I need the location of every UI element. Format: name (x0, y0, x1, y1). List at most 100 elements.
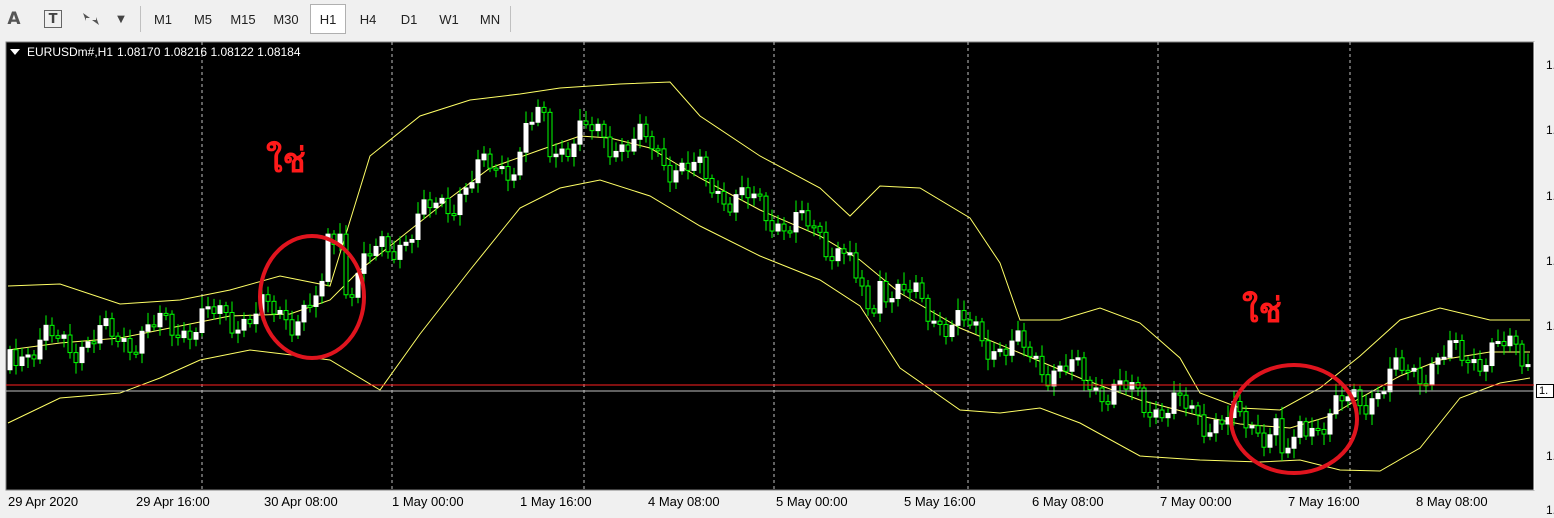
annotation-text[interactable]: ใช่ (1242, 294, 1282, 328)
candle-body (1075, 357, 1081, 361)
candle-body (1411, 367, 1417, 372)
timeframe-m5-button[interactable]: M5 (186, 4, 220, 34)
candle-body (781, 223, 787, 232)
chart-header: EURUSDm#,H1 1.08170 1.08216 1.08122 1.08… (10, 45, 301, 59)
timeframe-h4-button[interactable]: H4 (350, 4, 386, 34)
timeframe-m30-button[interactable]: M30 (266, 4, 306, 34)
candle-body (19, 356, 25, 367)
candle-body (91, 341, 97, 345)
candle-body (103, 318, 109, 327)
chart-menu-triangle-icon[interactable] (10, 49, 20, 55)
candle-body (277, 309, 283, 315)
candle-body (433, 202, 439, 209)
candle-body (1273, 418, 1279, 436)
candle-body (679, 162, 685, 172)
annotation-text[interactable]: ใช่ (266, 144, 306, 178)
bid-price-label: 1. (1536, 384, 1554, 398)
text-tool-button[interactable]: A (4, 6, 24, 32)
time-axis-label: 1 May 16:00 (520, 494, 592, 509)
candle-body (1165, 412, 1171, 419)
candle-body (235, 329, 241, 334)
time-axis-label: 6 May 08:00 (1032, 494, 1104, 509)
candle-body (481, 153, 487, 161)
candle-body (649, 136, 655, 150)
candle-body (1045, 374, 1051, 387)
price-chart[interactable] (0, 38, 1554, 518)
candle-body (517, 151, 523, 176)
text-label-icon: T (44, 10, 62, 28)
timeframe-w1-button[interactable]: W1 (432, 4, 466, 34)
candle-body (1009, 340, 1015, 356)
candle-body (67, 334, 73, 354)
candle-body (871, 308, 877, 314)
candle-body (667, 164, 673, 183)
candle-body (757, 193, 763, 197)
candle-body (751, 193, 757, 199)
candle-body (1285, 447, 1291, 454)
candle-body (1291, 436, 1297, 449)
timeframe-m1-button[interactable]: M1 (146, 4, 180, 34)
candle-body (37, 339, 43, 360)
candle-body (301, 304, 307, 323)
dropdown-icon: ▼ (117, 13, 125, 25)
candle-body (967, 319, 973, 326)
candle-body (31, 354, 37, 360)
candle-body (901, 283, 907, 291)
candle-body (703, 156, 709, 179)
candle-body (187, 330, 193, 340)
timeframe-mn-button[interactable]: MN (472, 4, 508, 34)
ohlc-values: 1.08170 1.08216 1.08122 1.08184 (117, 45, 301, 59)
candle-body (1081, 357, 1087, 381)
candle-body (205, 306, 211, 310)
time-axis-label: 1 May 00:00 (392, 494, 464, 509)
timeframe-h1-button[interactable]: H1 (310, 4, 346, 34)
candle-body (1261, 432, 1267, 448)
candle-body (1525, 364, 1531, 368)
candle-body (619, 144, 625, 152)
candle-body (1057, 365, 1063, 372)
chart-window[interactable]: EURUSDm#,H1 1.08170 1.08216 1.08122 1.08… (0, 38, 1554, 518)
candle-body (1321, 428, 1327, 435)
candle-body (139, 330, 145, 354)
candle-body (313, 295, 319, 307)
candle-body (823, 231, 829, 258)
candle-body (223, 305, 229, 313)
candle-body (1387, 368, 1393, 393)
candle-body (877, 280, 883, 314)
text-label-tool-button[interactable]: T (42, 6, 64, 32)
candle-body (529, 121, 535, 125)
timeframe-d1-button[interactable]: D1 (392, 4, 426, 34)
timeframe-m15-button[interactable]: M15 (224, 4, 262, 34)
candle-body (1105, 401, 1111, 405)
candle-body (925, 297, 931, 322)
candle-body (361, 253, 367, 274)
price-axis-label: 1. (1546, 449, 1554, 463)
candle-body (1099, 387, 1105, 403)
candle-body (835, 248, 841, 262)
candle-body (409, 238, 415, 243)
candle-body (715, 190, 721, 194)
arrows-dropdown-button[interactable]: ▼ (114, 6, 128, 32)
candle-body (727, 203, 733, 213)
candle-body (1477, 359, 1483, 372)
candle-body (979, 321, 985, 342)
candle-body (595, 123, 601, 132)
candle-body (1237, 401, 1243, 413)
arrows-tool-button[interactable] (80, 6, 102, 32)
candle-body (1405, 369, 1411, 373)
candle-body (247, 318, 253, 325)
candle-body (1465, 359, 1471, 364)
candle-body (799, 210, 805, 214)
candle-body (817, 225, 823, 233)
candle-body (283, 309, 289, 321)
arrows-icon (83, 13, 99, 25)
candle-body (1153, 409, 1159, 418)
candle-body (1093, 387, 1099, 391)
candle-body (1327, 413, 1333, 435)
symbol-label: EURUSDm#,H1 (27, 45, 114, 59)
candle-body (577, 120, 583, 145)
candle-body (1021, 330, 1027, 348)
candle-body (511, 174, 517, 181)
candle-body (661, 148, 667, 166)
candle-body (1051, 370, 1057, 387)
